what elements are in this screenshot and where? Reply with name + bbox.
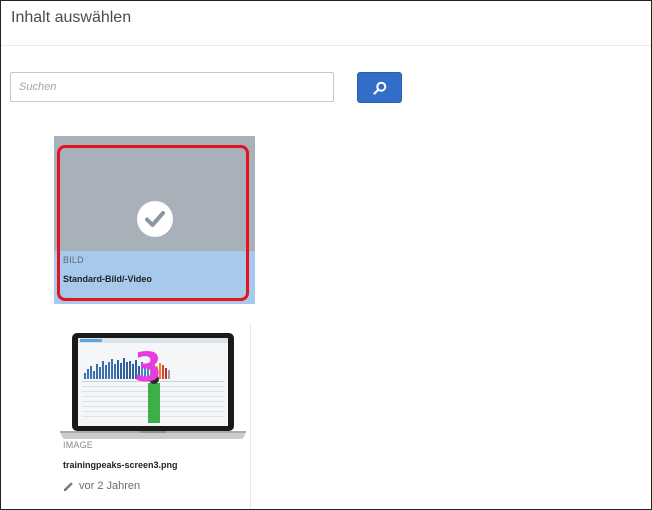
card-type-label: BILD [63, 255, 84, 265]
content-picker-dialog: Inhalt auswählen BILD Standard-Bild/-Vid… [0, 0, 652, 510]
modified-time: vor 2 Jahren [79, 480, 141, 492]
card-title: trainingpeaks-screen3.png [63, 460, 178, 470]
pencil-icon [64, 481, 73, 491]
card-type-label: IMAGE [63, 440, 94, 450]
overlay-number-badge: 3 [134, 345, 162, 391]
card-divider [250, 323, 251, 509]
search-input[interactable] [10, 72, 334, 102]
card-title: Standard-Bild/-Video [63, 274, 152, 284]
title-divider [1, 45, 651, 46]
modified-info: vor 2 Jahren [63, 480, 140, 492]
dialog-title: Inhalt auswählen [11, 9, 132, 26]
search-button[interactable] [357, 72, 402, 103]
content-card-asset[interactable]: 3 IMAGE trainingpeaks-screen3.png vor 2 … [54, 323, 251, 509]
content-card-selected[interactable]: BILD Standard-Bild/-Video [54, 136, 255, 304]
search-icon [372, 81, 386, 95]
